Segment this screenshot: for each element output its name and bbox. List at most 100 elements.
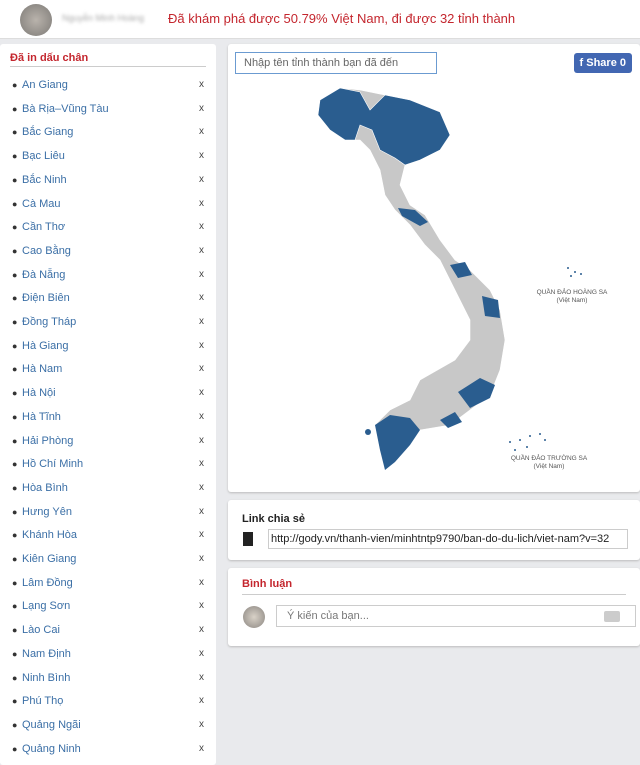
remove-province-button[interactable]: x [199,198,204,209]
remove-province-button[interactable]: x [199,103,204,114]
province-item: ● Đà Nẵng x [12,267,208,287]
bullet-icon: ● [12,411,18,422]
bullet-icon: ● [12,364,18,375]
remove-province-button[interactable]: x [199,743,204,754]
province-item: ● Bắc Ninh x [12,172,208,192]
province-item: ● Bạc Liêu x [12,148,208,168]
province-link[interactable]: Lào Cai [22,624,60,636]
province-item: ● Bắc Giang x [12,124,208,144]
province-link[interactable]: Lâm Đồng [22,577,73,589]
user-name[interactable]: Nguyễn Minh Hoàng [62,13,144,23]
remove-province-button[interactable]: x [199,553,204,564]
remove-province-button[interactable]: x [199,387,204,398]
remove-province-button[interactable]: x [199,435,204,446]
share-link-input[interactable]: http://gody.vn/thanh-vien/minhtntp9790/b… [268,529,628,549]
remove-province-button[interactable]: x [199,600,204,611]
bullet-icon: ● [12,293,18,304]
province-link[interactable]: An Giang [22,79,68,91]
camera-icon[interactable] [604,611,620,622]
province-link[interactable]: Kiên Giang [22,553,76,565]
remove-province-button[interactable]: x [199,411,204,422]
province-item: ● Quảng Ngãi x [12,717,208,737]
province-link[interactable]: Hòa Bình [22,482,68,494]
remove-province-button[interactable]: x [199,316,204,327]
province-link[interactable]: Hưng Yên [22,506,72,518]
remove-province-button[interactable]: x [199,458,204,469]
remove-province-button[interactable]: x [199,150,204,161]
user-avatar[interactable] [20,4,52,36]
remove-province-button[interactable]: x [199,506,204,517]
province-link[interactable]: Bắc Giang [22,126,73,138]
province-link[interactable]: Hà Giang [22,340,68,352]
bullet-icon: ● [12,672,18,683]
province-link[interactable]: Hải Phòng [22,435,73,447]
province-link[interactable]: Bạc Liêu [22,150,65,162]
province-link[interactable]: Hà Nam [22,363,62,375]
share-link-panel: Link chia sẻ http://gody.vn/thanh-vien/m… [228,500,640,560]
province-link[interactable]: Điện Biên [22,292,70,304]
comment-input[interactable]: Ý kiến của bạn... [276,605,636,627]
remove-province-button[interactable]: x [199,221,204,232]
remove-province-button[interactable]: x [199,79,204,90]
province-link[interactable]: Hồ Chí Minh [22,458,83,470]
bullet-icon: ● [12,719,18,730]
bullet-icon: ● [12,648,18,659]
bullet-icon: ● [12,317,18,327]
province-link[interactable]: Nam Định [22,648,71,660]
province-link[interactable]: Đà Nẵng [22,269,65,281]
province-item: ● Quảng Ninh x [12,741,208,761]
bullet-icon: ● [12,601,18,612]
province-item: ● Cao Bằng x [12,243,208,263]
bullet-icon: ● [12,222,18,233]
remove-province-button[interactable]: x [199,340,204,351]
remove-province-button[interactable]: x [199,269,204,280]
province-link[interactable]: Quảng Ngãi [22,719,81,731]
remove-province-button[interactable]: x [199,577,204,588]
province-item: ● Hồ Chí Minh x [12,456,208,476]
copy-icon[interactable] [243,532,253,546]
remove-province-button[interactable]: x [199,126,204,137]
bullet-icon: ● [12,625,18,636]
province-link[interactable]: Ninh Bình [22,672,70,684]
vietnam-map[interactable]: QUẦN ĐẢO HOÀNG SA (Việt Nam) QUẦN ĐẢO TR… [228,44,640,492]
province-link[interactable]: Khánh Hòa [22,529,77,541]
remove-province-button[interactable]: x [199,482,204,493]
commenter-avatar [243,606,265,628]
remove-province-button[interactable]: x [199,672,204,683]
bullet-icon: ● [12,577,18,588]
remove-province-button[interactable]: x [199,529,204,540]
bullet-icon: ● [12,127,18,138]
province-link[interactable]: Đồng Tháp [22,316,76,328]
province-item: ● Cà Mau x [12,196,208,216]
province-item: ● Khánh Hòa x [12,527,208,547]
province-link[interactable]: Quảng Ninh [22,743,81,755]
remove-province-button[interactable]: x [199,648,204,659]
province-link[interactable]: Cà Mau [22,198,61,210]
bullet-icon: ● [12,269,18,280]
remove-province-button[interactable]: x [199,174,204,185]
share-link-title: Link chia sẻ [242,513,305,525]
comments-panel: Bình luận Ý kiến của bạn... [228,568,640,646]
province-link[interactable]: Bà Rịa–Vũng Tàu [22,103,109,115]
province-item: ● An Giang x [12,77,208,97]
province-link[interactable]: Bắc Ninh [22,174,67,186]
province-link[interactable]: Hà Nội [22,387,56,399]
remove-province-button[interactable]: x [199,292,204,303]
province-link[interactable]: Phú Thọ [22,695,63,707]
remove-province-button[interactable]: x [199,695,204,706]
hoang-sa-sublabel: (Việt Nam) [557,297,588,304]
visited-phu-quoc [365,429,371,435]
province-link[interactable]: Lạng Sơn [22,600,70,612]
bullet-icon: ● [12,151,18,162]
panel-title: Đã in dấu chân [10,52,89,64]
visited-south [375,415,420,470]
province-link[interactable]: Cao Bằng [22,245,71,257]
province-link[interactable]: Hà Tĩnh [22,411,61,423]
remove-province-button[interactable]: x [199,624,204,635]
remove-province-button[interactable]: x [199,363,204,374]
remove-province-button[interactable]: x [199,719,204,730]
exploration-headline: Đã khám phá được 50.79% Việt Nam, đi đượ… [168,11,516,26]
province-item: ● Kiên Giang x [12,551,208,571]
province-link[interactable]: Cần Thơ [22,221,65,233]
remove-province-button[interactable]: x [199,245,204,256]
